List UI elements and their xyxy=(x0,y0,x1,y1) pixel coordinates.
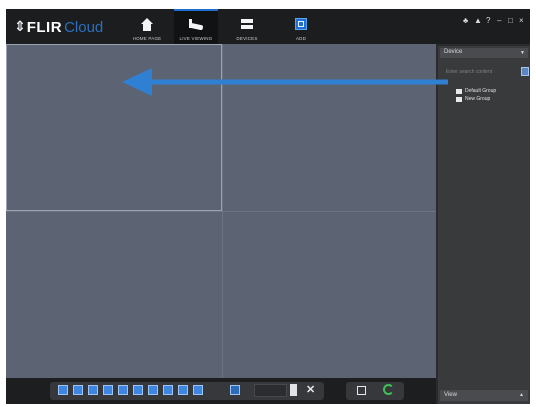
chevron-up-icon: ▲ xyxy=(519,392,524,398)
maximize-icon[interactable]: □ xyxy=(508,17,513,25)
layout-13-button[interactable] xyxy=(148,385,158,395)
grid-divider-horizontal xyxy=(6,211,436,212)
nav-live-viewing-label: LIVE VIEWING xyxy=(179,36,213,41)
device-panel-header[interactable]: Device ▼ xyxy=(440,48,528,58)
nav-add-label: ADD xyxy=(295,36,307,41)
view-actions-group xyxy=(346,382,404,400)
folder-icon xyxy=(456,96,462,102)
layout-8-button[interactable] xyxy=(103,385,113,395)
layout-10-button[interactable] xyxy=(133,385,143,395)
device-group-label: Default Group xyxy=(465,88,497,94)
top-bar: ⇕ FLIR Cloud HOME PAGE LIVE VIEWING DEVI… xyxy=(6,9,530,44)
layout-4-button[interactable] xyxy=(73,385,83,395)
layout-25-button[interactable] xyxy=(178,385,188,395)
device-group-default[interactable]: Default Group xyxy=(456,88,496,94)
close-icon[interactable]: × xyxy=(519,17,524,25)
folder-icon xyxy=(456,88,462,94)
add-icon xyxy=(293,17,309,33)
layout-9-button[interactable] xyxy=(118,385,128,395)
camera-icon xyxy=(188,17,204,33)
logo-brand: FLIR xyxy=(26,18,63,36)
video-tile-2[interactable] xyxy=(223,44,436,211)
device-panel-title: Device xyxy=(444,49,463,55)
help-icon[interactable]: ? xyxy=(486,17,490,25)
search-button[interactable] xyxy=(521,67,529,76)
nav-devices-label: DEVICES xyxy=(236,36,258,41)
layout-1-button[interactable] xyxy=(58,385,68,395)
layout-6-button[interactable] xyxy=(88,385,98,395)
device-group-new[interactable]: New Group xyxy=(456,96,490,102)
view-panel-title: View xyxy=(444,392,457,398)
nav-home-page[interactable]: HOME PAGE xyxy=(127,9,167,44)
video-tile-4[interactable] xyxy=(223,212,436,378)
devices-icon xyxy=(239,17,255,33)
logo-product: Cloud xyxy=(64,18,104,36)
layout-36-button[interactable] xyxy=(193,385,203,395)
minimize-icon[interactable]: – xyxy=(497,17,501,25)
fullscreen-icon[interactable] xyxy=(357,386,366,395)
view-panel-header[interactable]: View ▲ xyxy=(440,390,528,401)
user-icon[interactable]: ♣ xyxy=(463,17,468,25)
close-all-button[interactable]: ✕ xyxy=(306,384,315,396)
live-view-grid xyxy=(6,44,436,378)
live-view-toolbar: ✕ xyxy=(6,378,436,404)
nav-home-page-label: HOME PAGE xyxy=(132,36,162,41)
nav-live-viewing[interactable]: LIVE VIEWING xyxy=(174,9,218,44)
layout-custom-button[interactable] xyxy=(230,385,240,395)
refresh-icon[interactable] xyxy=(383,384,394,395)
nav-add[interactable]: ADD xyxy=(288,9,314,44)
device-search-placeholder: Enter search content xyxy=(446,69,493,75)
stream-select[interactable] xyxy=(254,384,287,397)
app-logo: ⇕ FLIR Cloud xyxy=(14,18,103,36)
flir-cloud-window: ⇕ FLIR Cloud HOME PAGE LIVE VIEWING DEVI… xyxy=(6,9,530,404)
device-group-label: New Group xyxy=(465,96,491,102)
video-tile-1[interactable] xyxy=(6,44,222,211)
video-tile-3[interactable] xyxy=(6,212,222,378)
lock-icon[interactable]: ▲ xyxy=(474,17,482,25)
logo-symbol: ⇕ xyxy=(14,19,26,35)
device-panel: Device ▼ Enter search content Default Gr… xyxy=(438,46,530,404)
nav-devices[interactable]: DEVICES xyxy=(232,9,262,44)
device-search-input[interactable]: Enter search content xyxy=(440,68,518,76)
chevron-down-icon: ▼ xyxy=(520,50,525,56)
layout-16-button[interactable] xyxy=(163,385,173,395)
stream-stepper[interactable] xyxy=(290,384,297,396)
home-icon xyxy=(139,17,155,33)
